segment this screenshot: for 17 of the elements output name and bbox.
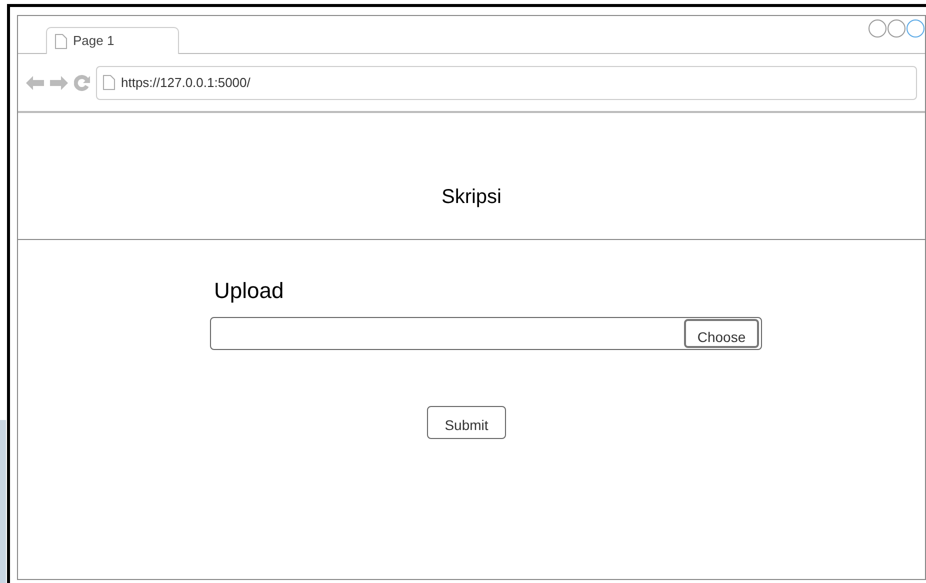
- circle-icon[interactable]: [868, 19, 887, 38]
- back-arrow-icon[interactable]: [26, 76, 44, 90]
- submit-button[interactable]: Submit: [427, 406, 506, 439]
- tab-label: Page 1: [73, 32, 114, 50]
- address-bar[interactable]: https://127.0.0.1:5000/: [96, 66, 917, 100]
- page-icon: [103, 75, 115, 90]
- choose-button[interactable]: Choose: [684, 319, 759, 348]
- upload-label: Upload: [214, 277, 285, 305]
- reload-icon[interactable]: [74, 74, 90, 90]
- browser-tab[interactable]: Page 1: [46, 27, 179, 54]
- forward-arrow-icon[interactable]: [50, 76, 68, 90]
- page-icon: [55, 34, 67, 48]
- page-title: Skripsi: [441, 185, 502, 210]
- file-field[interactable]: Choose: [210, 317, 762, 350]
- circle-icon[interactable]: [887, 19, 906, 38]
- circle-icon[interactable]: [906, 19, 925, 38]
- url-text: https://127.0.0.1:5000/: [121, 74, 250, 92]
